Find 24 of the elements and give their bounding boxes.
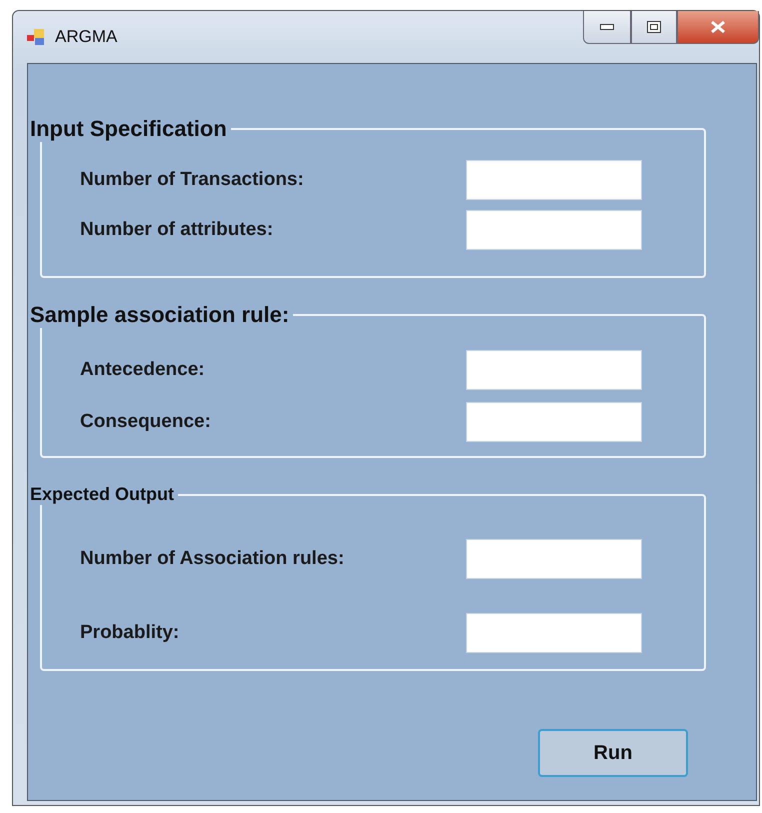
maximize-button[interactable] <box>631 11 677 44</box>
input-field[interactable] <box>466 160 642 200</box>
group-title: Sample association rule: <box>29 302 290 328</box>
minimize-button[interactable] <box>583 11 631 44</box>
close-button[interactable] <box>677 11 759 44</box>
field-label: Number of attributes: <box>80 219 274 241</box>
input-field[interactable] <box>466 402 642 442</box>
input-field[interactable] <box>466 613 642 653</box>
field-label: Consequence: <box>80 411 211 433</box>
window-title: ARGMA <box>55 27 118 47</box>
close-icon <box>710 20 726 34</box>
input-field[interactable] <box>466 210 642 250</box>
input-field[interactable] <box>466 539 642 579</box>
field-label: Number of Association rules: <box>80 548 344 570</box>
field-label: Probablity: <box>80 622 180 644</box>
group-title: Input Specification <box>29 116 228 142</box>
minimize-icon <box>600 24 614 30</box>
maximize-icon <box>647 21 661 33</box>
field-label: Antecedence: <box>80 359 205 381</box>
field-label: Number of Transactions: <box>80 169 304 191</box>
run-button[interactable]: Run <box>538 729 688 777</box>
group-title: Expected Output <box>29 484 176 505</box>
input-field[interactable] <box>466 350 642 390</box>
app-icon <box>27 29 45 45</box>
